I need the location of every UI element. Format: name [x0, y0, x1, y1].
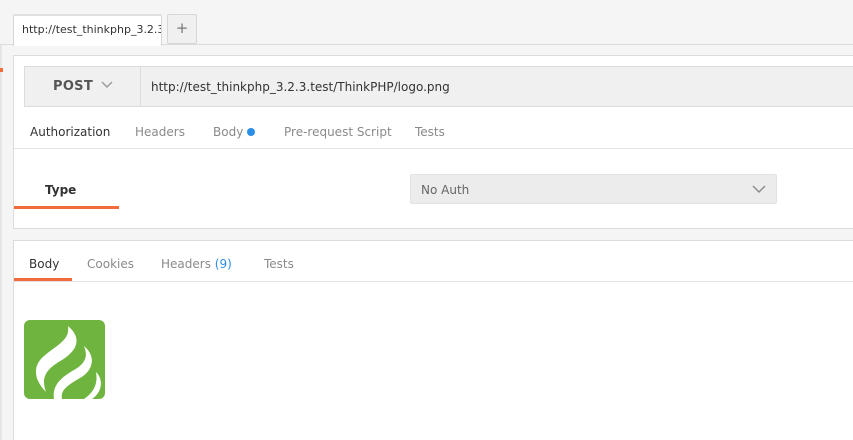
response-tab-headers-label: Headers	[161, 257, 211, 271]
request-subtabs: Authorization Headers Body Pre-request S…	[14, 117, 853, 209]
thinkphp-logo-icon	[24, 320, 105, 399]
tab-pre-request-script[interactable]: Pre-request Script	[284, 125, 392, 139]
response-tab-body[interactable]: Body	[29, 257, 59, 271]
tab-strip: http://test_thinkphp_3.2.3.test/ThinkPHP…	[0, 0, 853, 46]
chevron-down-icon	[752, 185, 766, 193]
tab-body-label: Body	[213, 125, 244, 139]
response-active-underline	[14, 278, 72, 281]
chevron-down-icon	[101, 81, 113, 88]
method-select[interactable]: POST	[25, 67, 141, 106]
left-edge-marker	[0, 68, 3, 72]
response-tabs: Body Cookies Headers (9) Tests	[14, 241, 853, 282]
request-tab-label: http://test_thinkphp_3.2.3.test/ThinkPHP…	[22, 23, 161, 36]
tab-headers[interactable]: Headers	[135, 125, 185, 139]
response-panel: Body Cookies Headers (9) Tests	[13, 240, 853, 440]
method-label: POST	[53, 79, 94, 94]
body-indicator-dot	[247, 128, 256, 136]
tab-body[interactable]: Body	[213, 125, 256, 139]
tab-authorization[interactable]: Authorization	[30, 125, 110, 139]
auth-type-label: Type	[45, 183, 77, 197]
plus-icon: +	[175, 19, 189, 37]
new-tab-button[interactable]: +	[167, 14, 197, 44]
headers-count: (9)	[214, 257, 232, 271]
tab-tests[interactable]: Tests	[415, 125, 445, 139]
active-tab-underline	[14, 206, 119, 209]
request-builder: POST http://test_thinkphp_3.2.3.test/Thi…	[13, 55, 853, 229]
response-tab-tests[interactable]: Tests	[264, 257, 294, 271]
response-tab-cookies[interactable]: Cookies	[87, 257, 134, 271]
logo-graphic	[35, 326, 101, 399]
response-tab-headers[interactable]: Headers (9)	[161, 257, 232, 271]
auth-type-select[interactable]: No Auth	[410, 174, 777, 204]
app-window: http://test_thinkphp_3.2.3.test/ThinkPHP…	[0, 0, 853, 440]
url-bar: POST http://test_thinkphp_3.2.3.test/Thi…	[24, 66, 853, 107]
auth-type-value: No Auth	[421, 183, 470, 197]
left-edge-divider	[0, 45, 2, 440]
url-input[interactable]: http://test_thinkphp_3.2.3.test/ThinkPHP…	[151, 80, 450, 94]
request-tab[interactable]: http://test_thinkphp_3.2.3.test/ThinkPHP…	[13, 14, 162, 46]
